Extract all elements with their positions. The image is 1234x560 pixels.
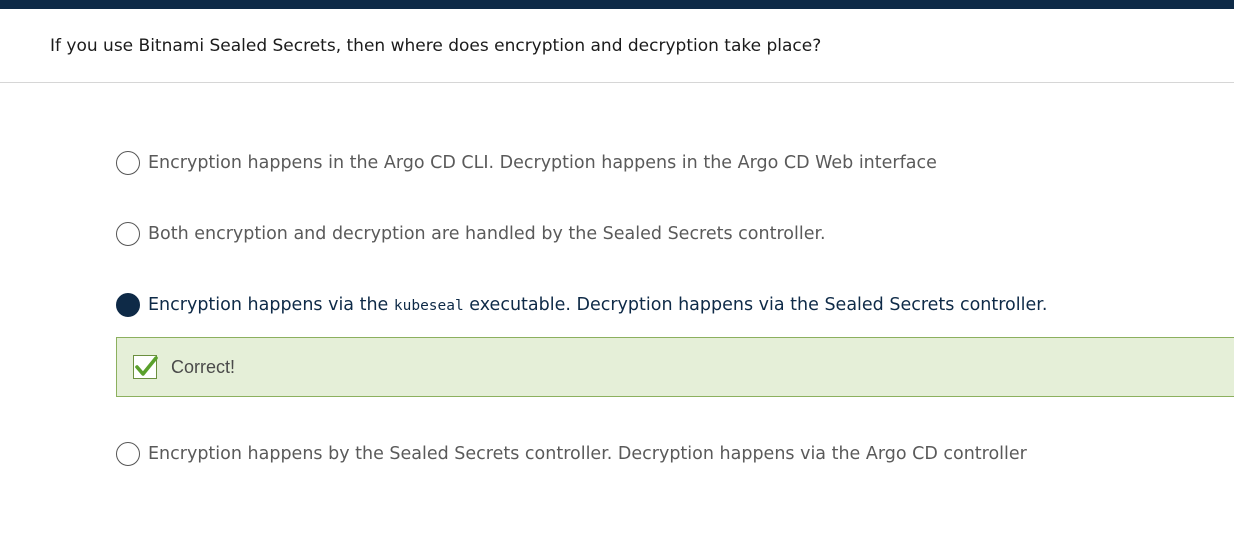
answer-option-4[interactable]: Encryption happens by the Sealed Secrets… — [116, 440, 1027, 468]
radio-button[interactable] — [116, 222, 140, 246]
option-label-text: Encryption happens via the — [148, 295, 394, 315]
radio-button[interactable] — [116, 442, 140, 466]
checkmark-icon — [133, 355, 158, 379]
radio-button[interactable] — [116, 151, 140, 175]
question-text: If you use Bitnami Sealed Secrets, then … — [50, 36, 822, 56]
answer-option-1[interactable]: Encryption happens in the Argo CD CLI. D… — [116, 149, 937, 177]
option-label: Encryption happens by the Sealed Secrets… — [148, 444, 1027, 464]
option-label-text: executable. Decryption happens via the S… — [463, 295, 1048, 315]
top-bar — [0, 0, 1234, 9]
answer-option-3[interactable]: Encryption happens via the kubeseal exec… — [116, 291, 1047, 319]
radio-button-selected[interactable] — [116, 293, 140, 317]
code-kubeseal: kubeseal — [393, 298, 464, 314]
option-label: Both encryption and decryption are handl… — [148, 224, 826, 244]
question-header: If you use Bitnami Sealed Secrets, then … — [0, 9, 1234, 83]
answer-option-2[interactable]: Both encryption and decryption are handl… — [116, 220, 826, 248]
feedback-box: Correct! — [116, 337, 1234, 397]
option-label: Encryption happens via the kubeseal exec… — [148, 295, 1047, 315]
option-label: Encryption happens in the Argo CD CLI. D… — [148, 153, 937, 173]
feedback-text: Correct! — [171, 357, 236, 377]
